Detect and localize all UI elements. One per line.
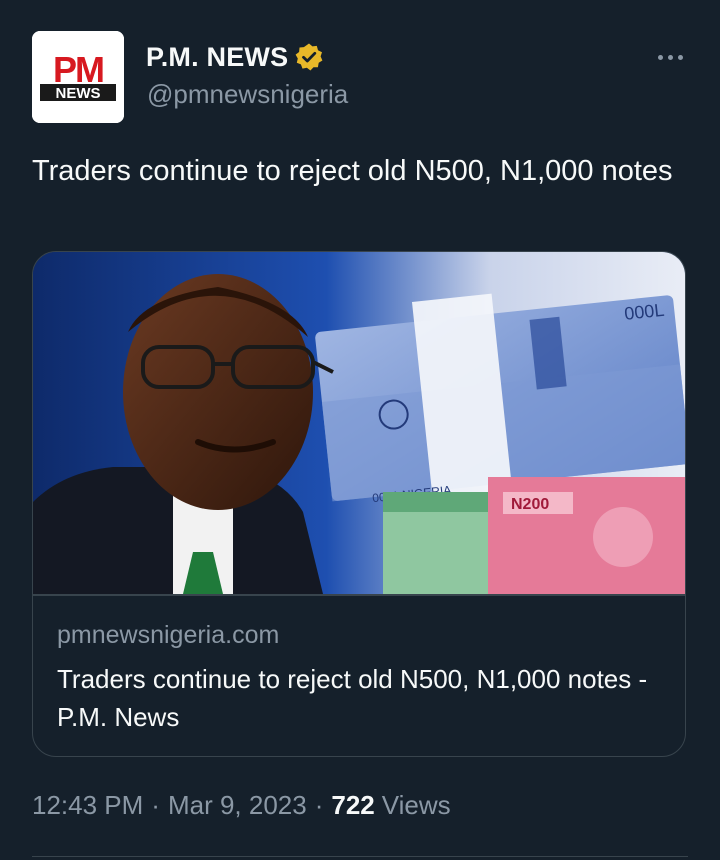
card-divider <box>33 594 685 596</box>
news-photo-icon: 000L 0001 NIGERIA N200 <box>33 252 685 594</box>
tweet-text: Traders continue to reject old N500, N1,… <box>32 155 673 187</box>
more-dot-icon <box>677 54 683 60</box>
logo-text-news: NEWS <box>56 85 101 102</box>
tweet-date[interactable]: Mar 9, 2023 <box>168 790 307 821</box>
views-label[interactable]: Views <box>382 790 451 821</box>
tweet: PM NEWS P.M. NEWS @pmnewsnigeria Traders… <box>0 0 720 860</box>
card-title[interactable]: Traders continue to reject old N500, N1,… <box>57 660 657 736</box>
meta-separator: · <box>151 790 160 820</box>
meta-separator: · <box>314 790 324 820</box>
divider <box>32 856 688 857</box>
display-name-row[interactable]: P.M. NEWS <box>146 40 324 74</box>
tweet-time[interactable]: 12:43 PM <box>32 790 143 821</box>
more-dot-icon <box>657 54 663 60</box>
logo-text-pm: PM <box>53 49 103 90</box>
tweet-meta: 12:43 PM · Mar 9, 2023 · 722 Views <box>32 790 451 821</box>
account-handle[interactable]: @pmnewsnigeria <box>147 79 348 110</box>
svg-text:000L: 000L <box>623 300 665 324</box>
card-domain[interactable]: pmnewsnigeria.com <box>57 621 279 650</box>
svg-text:N200: N200 <box>511 496 549 513</box>
account-avatar[interactable]: PM NEWS <box>32 31 124 123</box>
more-options-button[interactable] <box>650 40 690 74</box>
views-count[interactable]: 722 <box>331 790 374 821</box>
card-image[interactable]: 000L 0001 NIGERIA N200 <box>33 252 685 594</box>
pm-news-logo-icon: PM NEWS <box>32 31 124 123</box>
link-preview-card[interactable]: 000L 0001 NIGERIA N200 <box>32 251 686 757</box>
verified-badge-icon[interactable] <box>294 42 324 72</box>
display-name[interactable]: P.M. NEWS <box>146 42 288 73</box>
more-dot-icon <box>667 54 673 60</box>
